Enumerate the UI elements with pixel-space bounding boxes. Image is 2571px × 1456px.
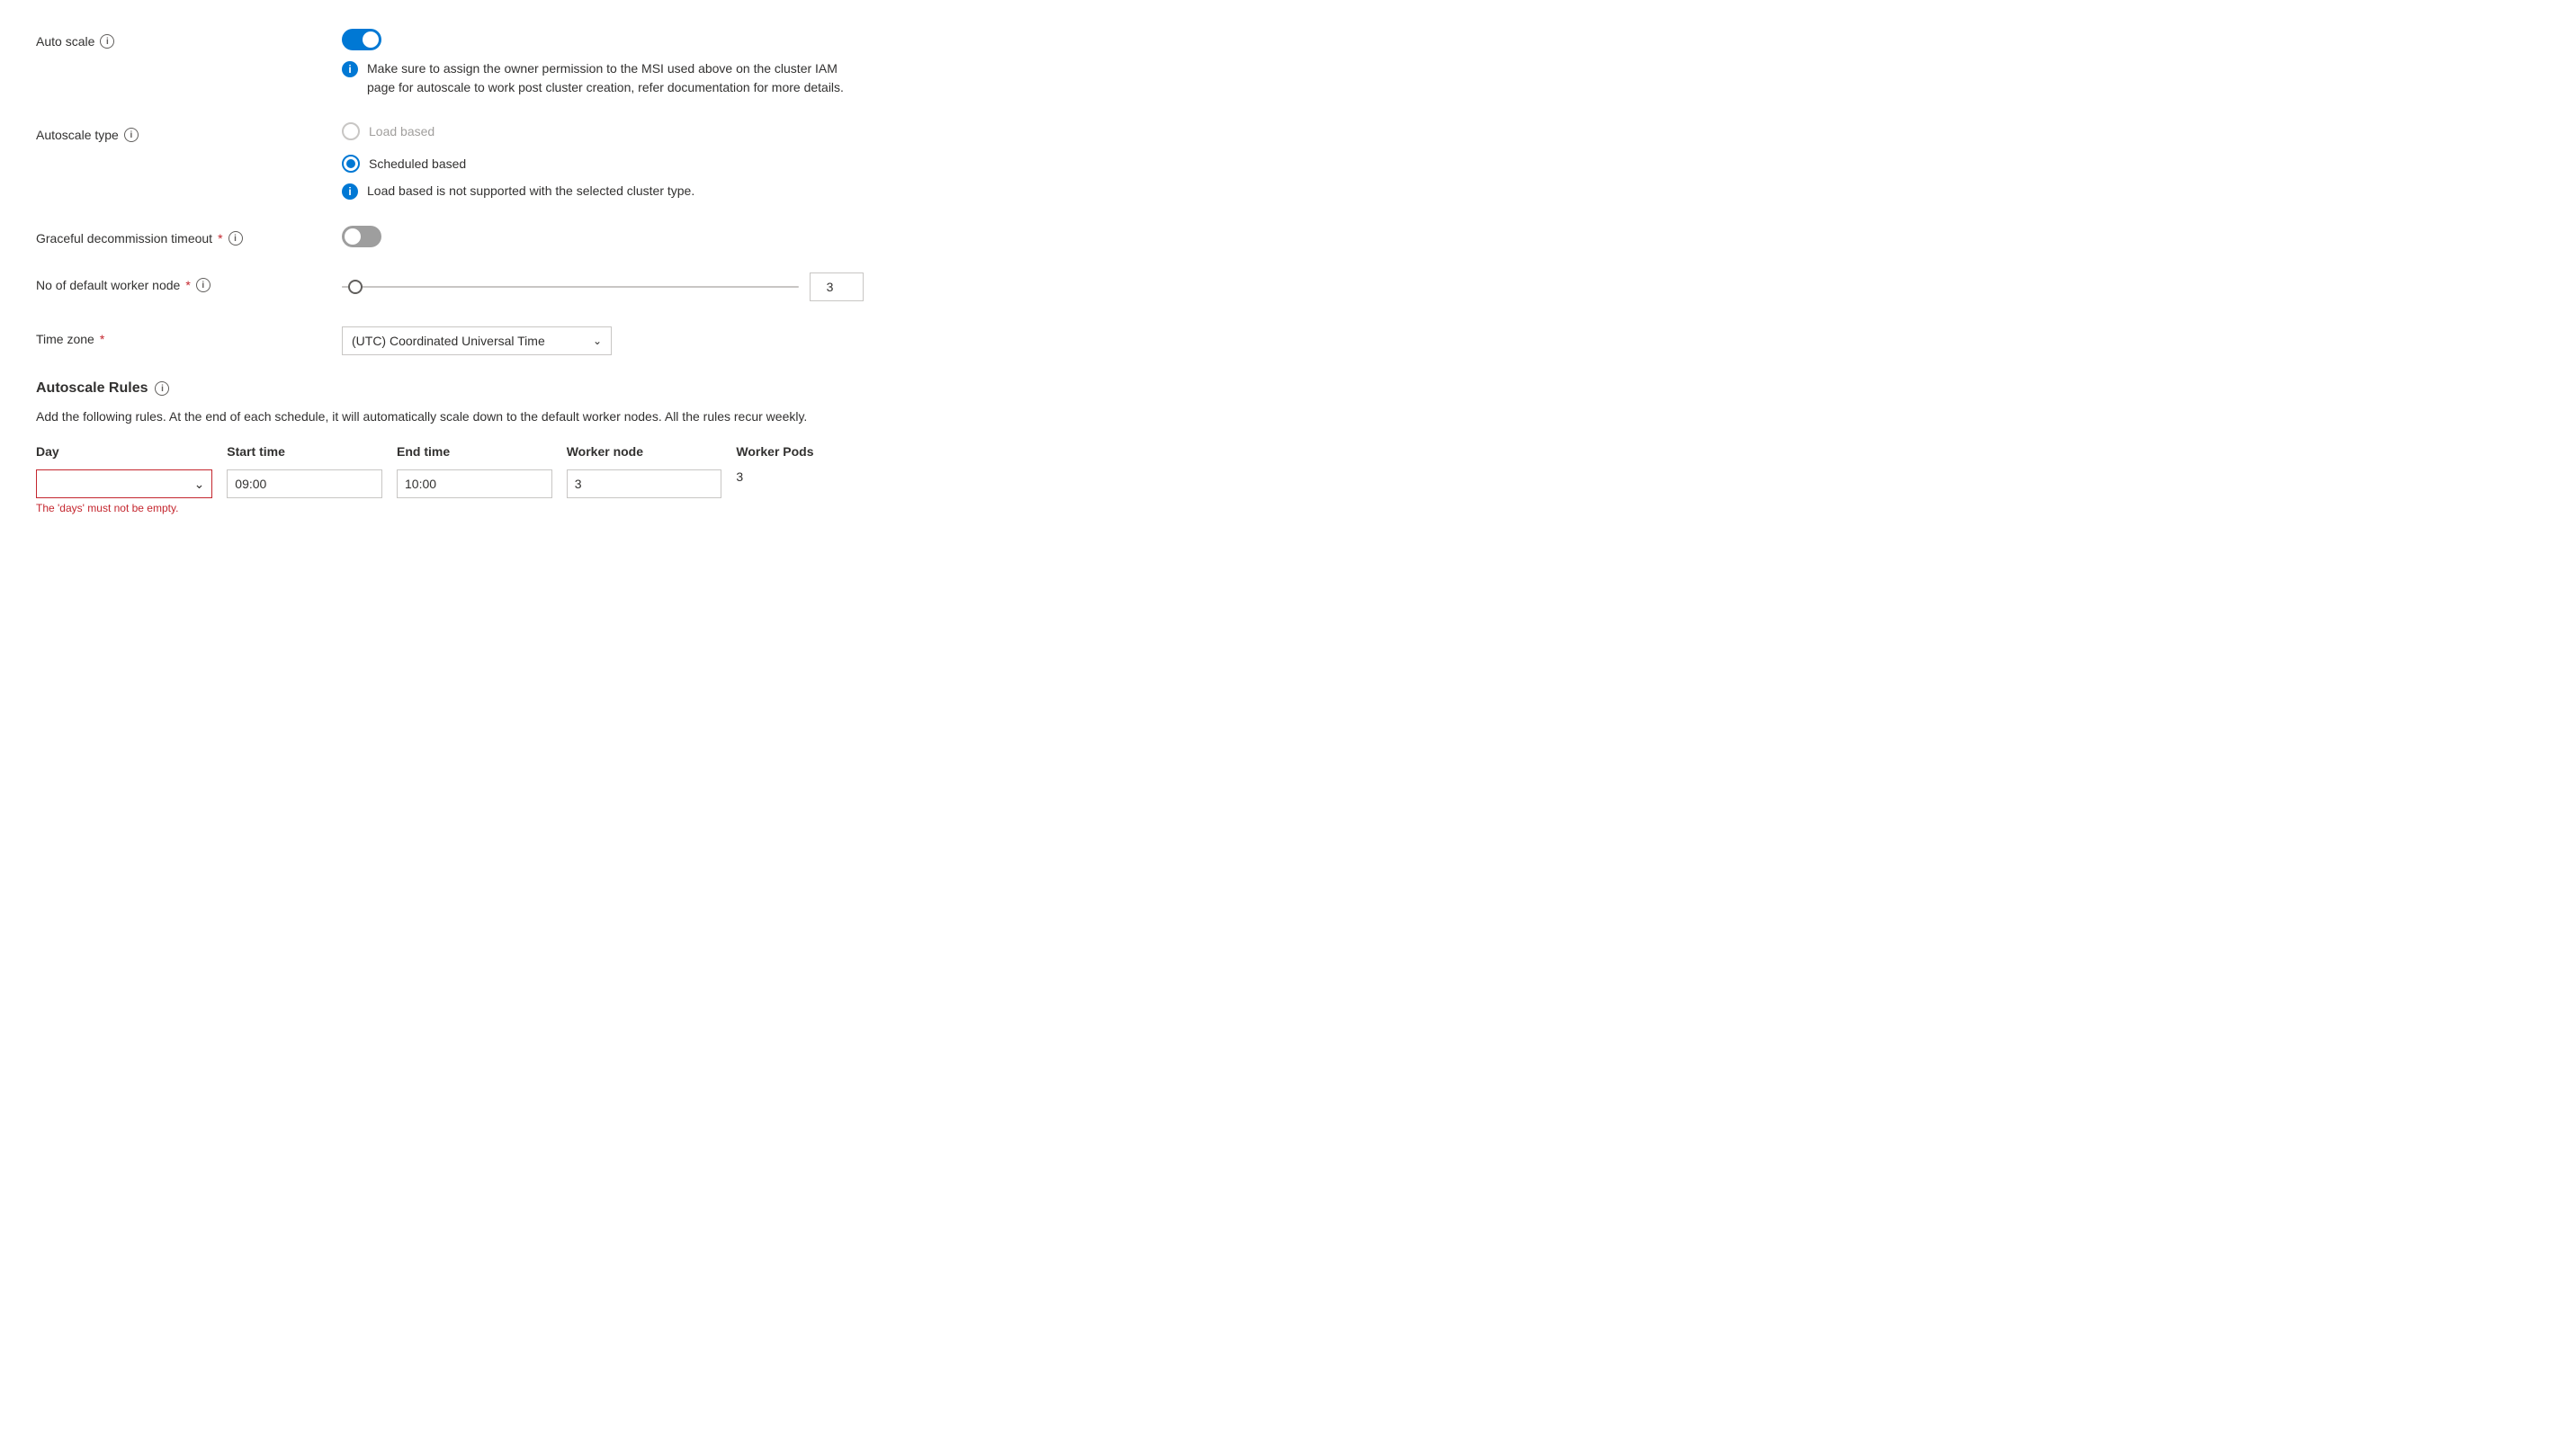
default-worker-node-info-icon[interactable]: i — [196, 278, 211, 292]
radio-load-based[interactable]: Load based — [342, 122, 864, 140]
time-zone-label: Time zone * — [36, 326, 342, 346]
day-chevron-icon: ⌄ — [194, 477, 205, 492]
worker-node-input[interactable]: 3 — [810, 272, 864, 301]
graceful-decommission-label-text: Graceful decommission timeout — [36, 231, 212, 246]
autoscale-type-info-icon-filled: i — [342, 183, 358, 200]
autoscale-type-control: Load based Scheduled based i Load based … — [342, 122, 864, 201]
radio-scheduled-based[interactable]: Scheduled based — [342, 155, 864, 173]
auto-scale-row: Auto scale i i Make sure to assign the o… — [36, 29, 864, 97]
graceful-decommission-label: Graceful decommission timeout * i — [36, 226, 342, 246]
toggle-slider — [342, 29, 381, 50]
col-worker-pods: Worker Pods — [736, 444, 864, 466]
auto-scale-info-icon[interactable]: i — [100, 34, 114, 49]
col-day: Day — [36, 444, 227, 466]
time-zone-control: (UTC) Coordinated Universal Time ⌄ — [342, 326, 864, 355]
toggle-knob — [363, 31, 379, 48]
worker-node-slider-thumb[interactable] — [348, 280, 363, 294]
worker-pods-cell: 3 — [736, 466, 864, 518]
default-worker-node-required: * — [185, 278, 190, 292]
autoscale-type-warning-text: Load based is not supported with the sel… — [367, 182, 694, 201]
time-zone-label-text: Time zone — [36, 332, 94, 346]
day-cell: ⌄ The 'days' must not be empty. — [36, 466, 227, 518]
autoscale-type-row: Autoscale type i Load based Scheduled ba… — [36, 122, 864, 201]
worker-node-cell: 3 — [567, 466, 737, 518]
graceful-toggle-knob — [345, 228, 361, 245]
default-worker-node-label-text: No of default worker node — [36, 278, 180, 292]
auto-scale-info-box: i Make sure to assign the owner permissi… — [342, 59, 864, 97]
auto-scale-label-text: Auto scale — [36, 34, 94, 49]
radio-label-scheduled: Scheduled based — [369, 156, 466, 171]
col-end-time: End time — [397, 444, 567, 466]
auto-scale-info-text: Make sure to assign the owner permission… — [367, 59, 864, 97]
col-worker-node: Worker node — [567, 444, 737, 466]
time-zone-dropdown[interactable]: (UTC) Coordinated Universal Time ⌄ — [342, 326, 612, 355]
autoscale-type-label: Autoscale type i — [36, 122, 342, 142]
worker-node-slider-container: 3 — [342, 272, 864, 301]
time-zone-required: * — [100, 332, 104, 346]
worker-node-table-input[interactable]: 3 — [567, 469, 722, 498]
autoscale-type-info-icon[interactable]: i — [124, 128, 139, 142]
day-dropdown[interactable]: ⌄ — [36, 469, 212, 498]
radio-outer-scheduled — [342, 155, 360, 173]
worker-pods-value: 3 — [736, 464, 743, 484]
default-worker-node-row: No of default worker node * i 3 — [36, 272, 864, 301]
autoscale-type-radio-group: Load based Scheduled based — [342, 122, 864, 173]
col-start-time: Start time — [227, 444, 397, 466]
day-error-text: The 'days' must not be empty. — [36, 502, 212, 514]
time-zone-selected: (UTC) Coordinated Universal Time — [352, 334, 545, 348]
end-time-input[interactable]: 10:00 — [397, 469, 552, 498]
auto-scale-label: Auto scale i — [36, 29, 342, 49]
auto-scale-control: i Make sure to assign the owner permissi… — [342, 29, 864, 97]
end-time-cell: 10:00 — [397, 466, 567, 518]
autoscale-rules-heading-text: Autoscale Rules — [36, 380, 148, 397]
graceful-decommission-info-icon[interactable]: i — [228, 231, 243, 246]
autoscale-type-label-text: Autoscale type — [36, 128, 119, 142]
radio-inner-scheduled — [346, 159, 355, 168]
graceful-toggle-slider — [342, 226, 381, 247]
info-filled-icon: i — [342, 61, 358, 77]
table-header-row: Day Start time End time Worker node Work… — [36, 444, 864, 466]
auto-scale-toggle[interactable] — [342, 29, 381, 50]
radio-label-load: Load based — [369, 124, 434, 138]
autoscale-rules-description: Add the following rules. At the end of e… — [36, 407, 864, 426]
graceful-decommission-required: * — [218, 231, 222, 246]
radio-outer-load — [342, 122, 360, 140]
time-zone-row: Time zone * (UTC) Coordinated Universal … — [36, 326, 864, 355]
autoscale-rules-heading: Autoscale Rules i — [36, 380, 864, 397]
autoscale-rules-info-icon[interactable]: i — [155, 381, 169, 396]
chevron-down-icon: ⌄ — [593, 335, 602, 347]
default-worker-node-label: No of default worker node * i — [36, 272, 342, 292]
default-worker-node-control: 3 — [342, 272, 864, 301]
graceful-decommission-row: Graceful decommission timeout * i — [36, 226, 864, 247]
autoscale-rules-table: Day Start time End time Worker node Work… — [36, 444, 864, 518]
start-time-cell: 09:00 — [227, 466, 397, 518]
table-row: ⌄ The 'days' must not be empty. 09:00 10… — [36, 466, 864, 518]
autoscale-rules-section: Autoscale Rules i Add the following rule… — [36, 380, 864, 518]
autoscale-type-warning-box: i Load based is not supported with the s… — [342, 182, 864, 201]
start-time-input[interactable]: 09:00 — [227, 469, 382, 498]
graceful-decommission-toggle[interactable] — [342, 226, 381, 247]
worker-node-slider-track — [342, 286, 799, 288]
graceful-decommission-control — [342, 226, 864, 247]
